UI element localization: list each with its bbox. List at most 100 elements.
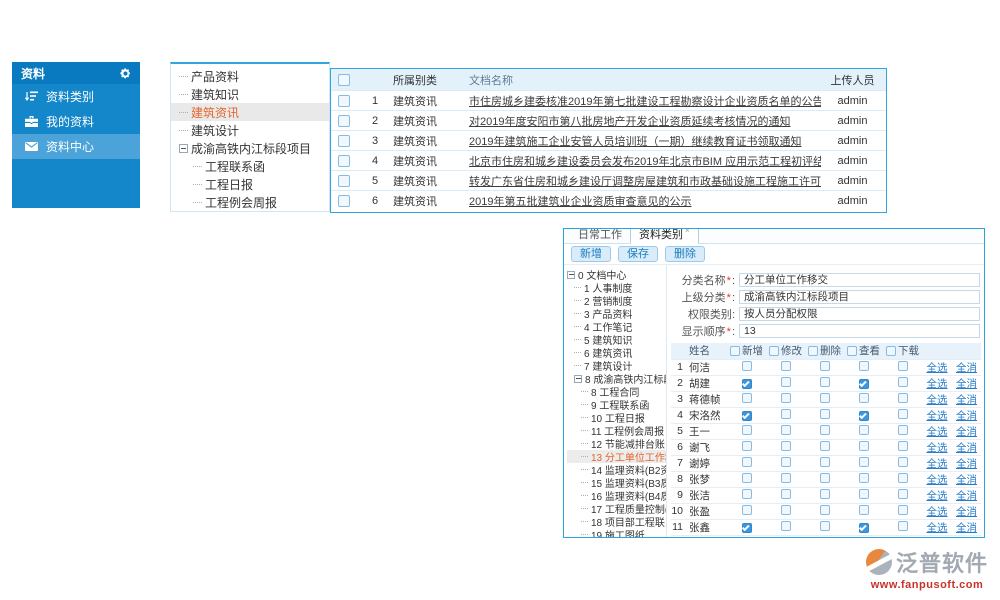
- permission-checkbox[interactable]: [781, 521, 791, 531]
- permission-checkbox[interactable]: [898, 377, 908, 387]
- ws-tree-item[interactable]: 10 工程日报: [567, 411, 666, 424]
- doc-name-link[interactable]: 市住房城乡建委核准2019年第七批建设工程勘察设计企业资质名单的公告: [469, 96, 821, 108]
- row-checkbox[interactable]: [338, 115, 350, 127]
- ws-tree-item[interactable]: 8 工程合同: [567, 385, 666, 398]
- permission-checkbox[interactable]: [859, 361, 869, 371]
- ws-tree-item[interactable]: 6 建筑资讯: [567, 346, 666, 359]
- clear-all-link[interactable]: 全消: [956, 538, 977, 539]
- row-checkbox[interactable]: [338, 175, 350, 187]
- permission-checkbox[interactable]: [820, 393, 830, 403]
- collapse-icon[interactable]: [179, 144, 188, 153]
- permission-checkbox[interactable]: [859, 473, 869, 483]
- permission-checkbox[interactable]: [820, 361, 830, 371]
- clear-all-link[interactable]: 全消: [956, 426, 977, 438]
- permission-checkbox[interactable]: [781, 361, 791, 371]
- permission-checkbox[interactable]: [742, 523, 752, 533]
- parent-category-input[interactable]: [739, 290, 980, 304]
- ws-tree-item[interactable]: 16 监理资料(B4质量控制): [567, 489, 666, 502]
- permission-checkbox[interactable]: [820, 521, 830, 531]
- doc-name-link[interactable]: 转发广东省住房和城乡建设厅调整房屋建筑和市政基础设施工程施工许可证办理限...: [469, 176, 821, 188]
- tree-item[interactable]: 建筑资讯: [171, 103, 329, 121]
- ws-tree-item[interactable]: 7 建筑设计: [567, 359, 666, 372]
- permission-checkbox[interactable]: [820, 441, 830, 451]
- select-all-checkbox[interactable]: [338, 74, 350, 86]
- permission-checkbox[interactable]: [742, 441, 752, 451]
- permission-checkbox[interactable]: [781, 489, 791, 499]
- column-checkbox[interactable]: [886, 346, 896, 356]
- ws-tree-item[interactable]: 9 工程联系函: [567, 398, 666, 411]
- permission-checkbox[interactable]: [742, 393, 752, 403]
- clear-all-link[interactable]: 全消: [956, 474, 977, 486]
- permission-checkbox[interactable]: [781, 457, 791, 467]
- permission-checkbox[interactable]: [781, 473, 791, 483]
- tab-close-icon[interactable]: ×: [685, 228, 690, 235]
- ws-tree-item[interactable]: 4 工作笔记: [567, 320, 666, 333]
- permission-checkbox[interactable]: [742, 379, 752, 389]
- tree-item[interactable]: 工程联系函: [171, 157, 329, 175]
- select-all-link[interactable]: 全选: [927, 506, 948, 518]
- permission-type-input[interactable]: [739, 307, 980, 321]
- permission-checkbox[interactable]: [742, 505, 752, 515]
- permission-checkbox[interactable]: [898, 505, 908, 515]
- category-name-input[interactable]: [739, 273, 980, 287]
- permission-checkbox[interactable]: [781, 505, 791, 515]
- permission-checkbox[interactable]: [898, 441, 908, 451]
- permission-checkbox[interactable]: [742, 361, 752, 371]
- save-button[interactable]: 保存: [618, 246, 658, 262]
- ws-tree-item[interactable]: 17 工程质量控制(地下室): [567, 502, 666, 515]
- permission-checkbox[interactable]: [898, 521, 908, 531]
- permission-checkbox[interactable]: [859, 457, 869, 467]
- select-all-link[interactable]: 全选: [927, 458, 948, 470]
- sidebar-item-data-center[interactable]: 资料中心: [12, 134, 140, 159]
- row-checkbox[interactable]: [338, 195, 350, 207]
- permission-checkbox[interactable]: [781, 409, 791, 419]
- ws-tree-item[interactable]: 3 产品资料: [567, 307, 666, 320]
- tab-daily-work[interactable]: 日常工作: [570, 228, 630, 243]
- doc-name-link[interactable]: 对2019年度安阳市第八批房地产开发企业资质延续考核情况的通知: [469, 116, 790, 128]
- tree-item[interactable]: 产品资料: [171, 67, 329, 85]
- permission-checkbox[interactable]: [781, 537, 791, 539]
- permission-checkbox[interactable]: [859, 489, 869, 499]
- permission-checkbox[interactable]: [742, 425, 752, 435]
- permission-checkbox[interactable]: [898, 537, 908, 539]
- column-checkbox[interactable]: [808, 346, 818, 356]
- doc-name-link[interactable]: 2019年建筑施工企业安管人员培训班（一期）继续教育证书领取通知: [469, 136, 801, 148]
- permission-checkbox[interactable]: [859, 441, 869, 451]
- select-all-link[interactable]: 全选: [927, 490, 948, 502]
- select-all-link[interactable]: 全选: [927, 442, 948, 454]
- ws-tree-item[interactable]: 1 人事制度: [567, 281, 666, 294]
- select-all-link[interactable]: 全选: [927, 394, 948, 406]
- clear-all-link[interactable]: 全消: [956, 362, 977, 374]
- doc-name-link[interactable]: 北京市住房和城乡建设委员会发布2019年北京市BIM 应用示范工程初评结果的通告: [469, 156, 821, 168]
- permission-checkbox[interactable]: [859, 425, 869, 435]
- permission-checkbox[interactable]: [781, 425, 791, 435]
- ws-tree-item[interactable]: 18 项目部工程联系单: [567, 515, 666, 528]
- permission-checkbox[interactable]: [781, 441, 791, 451]
- permission-checkbox[interactable]: [898, 457, 908, 467]
- permission-checkbox[interactable]: [859, 523, 869, 533]
- add-button[interactable]: 新增: [571, 246, 611, 262]
- ws-tree-item[interactable]: 11 工程例会周报: [567, 424, 666, 437]
- tree-item[interactable]: 工程例会周报: [171, 193, 329, 211]
- sidebar-item-category[interactable]: 资料类别: [12, 84, 140, 109]
- tree-item[interactable]: 工程日报: [171, 175, 329, 193]
- sidebar-item-my-data[interactable]: 我的资料: [12, 109, 140, 134]
- tree-item[interactable]: 成渝高铁内江标段项目: [171, 139, 329, 157]
- select-all-link[interactable]: 全选: [927, 474, 948, 486]
- select-all-link[interactable]: 全选: [927, 378, 948, 390]
- collapse-icon[interactable]: [567, 271, 575, 279]
- row-checkbox[interactable]: [338, 135, 350, 147]
- permission-checkbox[interactable]: [742, 489, 752, 499]
- permission-checkbox[interactable]: [781, 393, 791, 403]
- column-checkbox[interactable]: [769, 346, 779, 356]
- select-all-link[interactable]: 全选: [927, 410, 948, 422]
- ws-tree-item[interactable]: 13 分工单位工作移交: [567, 450, 666, 463]
- permission-checkbox[interactable]: [859, 393, 869, 403]
- select-all-link[interactable]: 全选: [927, 522, 948, 534]
- ws-tree-item[interactable]: 12 节能减排台账: [567, 437, 666, 450]
- permission-checkbox[interactable]: [742, 457, 752, 467]
- permission-checkbox[interactable]: [820, 505, 830, 515]
- permission-checkbox[interactable]: [898, 425, 908, 435]
- permission-checkbox[interactable]: [898, 473, 908, 483]
- permission-checkbox[interactable]: [898, 393, 908, 403]
